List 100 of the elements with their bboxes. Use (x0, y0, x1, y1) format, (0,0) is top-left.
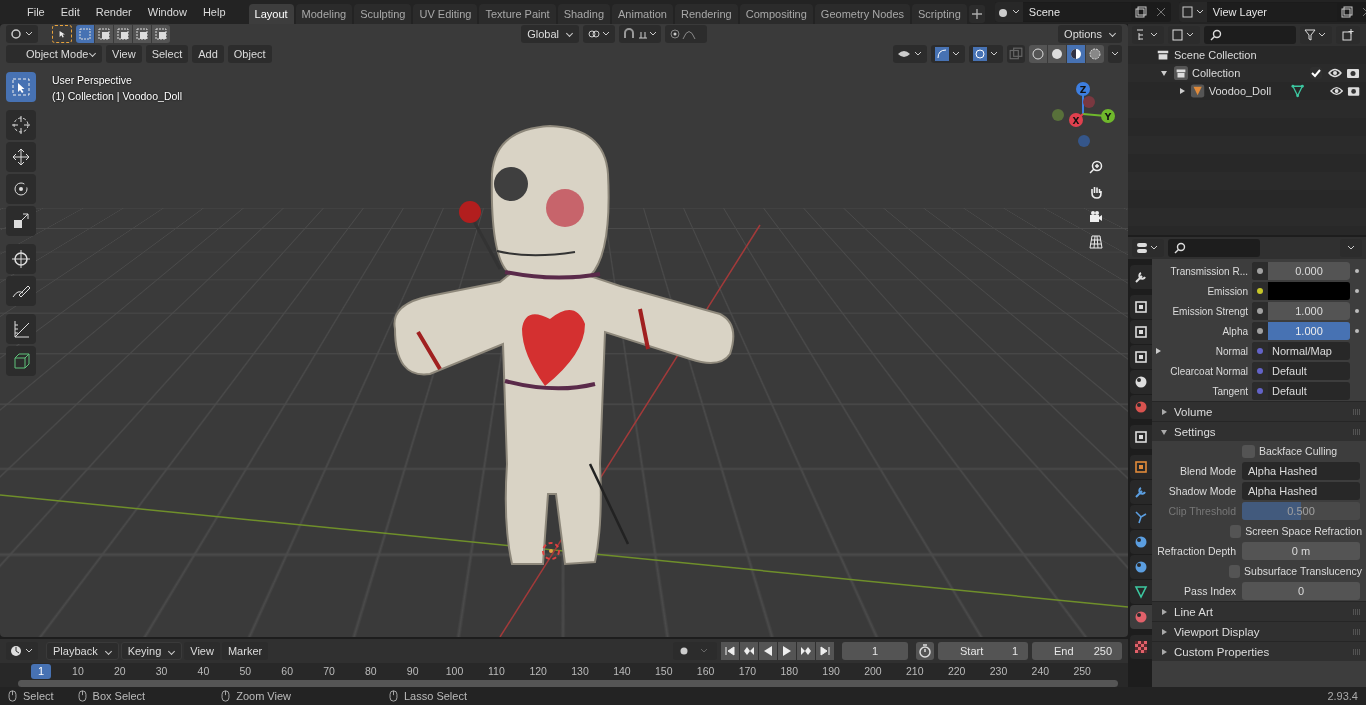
display-mode-button[interactable] (1132, 26, 1164, 44)
properties-tab[interactable] (1130, 580, 1152, 604)
workspace-tab[interactable]: Rendering (674, 4, 738, 24)
panel-header[interactable]: Viewport Display (1152, 621, 1366, 641)
select-mode-button[interactable] (95, 25, 113, 43)
workspace-tab[interactable]: Shading (557, 4, 611, 24)
number-field[interactable]: 1.000 (1268, 302, 1350, 320)
properties-tab[interactable] (1130, 345, 1152, 369)
properties-search-field[interactable] (1168, 239, 1260, 257)
timeline-scrollbar[interactable] (18, 680, 1118, 687)
workspace-tab[interactable]: UV Editing (413, 4, 478, 24)
drag-handle-icon[interactable] (1352, 428, 1362, 435)
properties-tab[interactable] (1130, 530, 1152, 554)
axis-handle[interactable]: X (1069, 113, 1083, 127)
x-ray-icon[interactable] (1007, 45, 1025, 63)
panel-header[interactable]: Line Art (1152, 601, 1366, 621)
outliner-item[interactable]: Voodoo_Doll (1208, 85, 1272, 97)
dropdown[interactable]: Alpha Hashed (1242, 462, 1360, 480)
viewport-menu[interactable]: Add (192, 45, 224, 63)
exclude-checkbox[interactable] (1310, 67, 1322, 79)
snap-button[interactable] (618, 25, 661, 43)
properties-tab[interactable] (1130, 425, 1152, 449)
socket-dot[interactable] (1257, 388, 1263, 394)
scene-type-button[interactable] (994, 2, 1023, 22)
filter-view-button[interactable] (1168, 26, 1200, 44)
axis-handle[interactable]: Y (1101, 109, 1115, 123)
start-frame-field[interactable]: Start 1 (938, 642, 1028, 660)
menu-item[interactable]: Render (88, 6, 139, 18)
timeline-menu[interactable]: Keying (120, 642, 183, 660)
outliner-search-field[interactable] (1204, 26, 1296, 44)
camera-icon[interactable] (1346, 66, 1360, 80)
rendered-shading-button[interactable] (1086, 45, 1104, 63)
keyframe-dot[interactable] (1355, 289, 1359, 293)
socket-dot[interactable] (1257, 308, 1263, 314)
outliner-item[interactable]: Scene Collection (1174, 49, 1257, 61)
pivot-point-button[interactable] (582, 25, 615, 43)
jump-to-end-button[interactable] (816, 642, 834, 660)
options-dropdown[interactable]: Options (1058, 25, 1122, 43)
stopwatch-icon[interactable] (916, 642, 934, 660)
workspace-tab[interactable]: Layout (248, 4, 294, 24)
drag-handle-icon[interactable] (1352, 408, 1362, 415)
play-button[interactable] (778, 642, 796, 660)
number-field[interactable]: 0 m (1242, 542, 1360, 560)
properties-tab[interactable] (1130, 295, 1152, 319)
proportional-editing-button[interactable] (664, 25, 707, 43)
panel-header[interactable]: Custom Properties (1152, 641, 1366, 661)
panel-header[interactable]: Volume (1152, 401, 1366, 421)
keyframe-dot[interactable] (1355, 269, 1359, 273)
checkbox-label[interactable]: Backface Culling (1259, 445, 1338, 457)
transform-tool-button[interactable] (6, 244, 36, 274)
select-tool-button[interactable] (6, 72, 36, 102)
timeline-menu[interactable]: View (184, 642, 220, 660)
previous-keyframe-button[interactable] (740, 642, 758, 660)
outliner-item[interactable]: Collection (1192, 67, 1241, 79)
properties-tab[interactable] (1130, 265, 1152, 289)
properties-tab[interactable] (1130, 555, 1152, 579)
overlays-button[interactable] (969, 45, 1003, 63)
color-swatch[interactable] (1268, 282, 1350, 300)
workspace-tab[interactable]: Scripting (912, 4, 967, 24)
editor-type-button[interactable] (1132, 239, 1164, 257)
checkbox-label[interactable]: Subsurface Translucency (1244, 565, 1362, 577)
visibility-button[interactable] (893, 45, 927, 63)
auto-keying-button[interactable] (673, 642, 717, 660)
scale-tool-button[interactable] (6, 206, 36, 236)
material-shading-button[interactable] (1067, 45, 1085, 63)
gizmo-toggle-button[interactable] (931, 45, 965, 63)
drag-handle-icon[interactable] (1352, 628, 1362, 635)
current-frame-field[interactable]: 1 (842, 642, 908, 660)
solid-shading-button[interactable] (1048, 45, 1066, 63)
workspace-tab[interactable]: Compositing (739, 4, 813, 24)
collapsed-arrow-icon[interactable] (1178, 87, 1186, 95)
add-cube-tool-button[interactable] (6, 346, 36, 376)
transform-orientation-dropdown[interactable]: Global (521, 25, 579, 43)
socket-dot[interactable] (1257, 368, 1263, 374)
axis-handle[interactable] (1052, 109, 1064, 121)
select-mode-button[interactable] (133, 25, 151, 43)
properties-tab[interactable] (1130, 505, 1152, 529)
axis-handle[interactable] (1083, 96, 1095, 108)
eye-icon[interactable] (1329, 84, 1343, 98)
mesh-data-icon[interactable] (1291, 84, 1305, 98)
value-slider[interactable]: 1.000 (1268, 322, 1350, 340)
drag-handle-icon[interactable] (1352, 648, 1362, 655)
wireframe-shading-button[interactable] (1029, 45, 1047, 63)
editor-type-button[interactable] (6, 642, 38, 660)
expanded-arrow-icon[interactable] (1160, 69, 1168, 77)
collapsed-arrow-icon[interactable] (1154, 347, 1162, 355)
timeline-menu[interactable]: Playback (46, 642, 119, 660)
filter-button[interactable] (1300, 26, 1332, 44)
rotate-tool-button[interactable] (6, 174, 36, 204)
workspace-tab[interactable]: Modeling (295, 4, 353, 24)
navigation-gizmo[interactable]: Z X Y (1043, 72, 1123, 152)
playhead-frame[interactable]: 1 (31, 663, 51, 679)
viewport-menu[interactable]: Object (227, 45, 272, 63)
menu-item[interactable]: File (20, 6, 52, 18)
viewport-menu[interactable]: Select (145, 45, 189, 63)
eye-icon[interactable] (1328, 66, 1342, 80)
measure-tool-button[interactable] (6, 314, 36, 344)
socket-dot[interactable] (1257, 288, 1263, 294)
menu-item[interactable]: Help (195, 6, 233, 18)
new-collection-button[interactable] (1336, 26, 1360, 44)
